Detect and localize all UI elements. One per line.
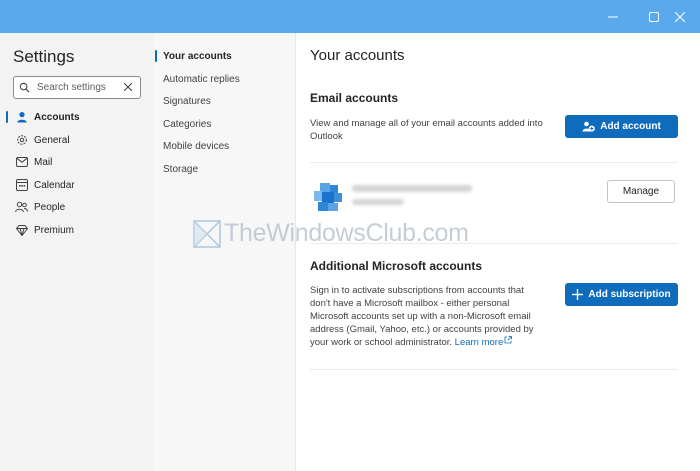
learn-more-link[interactable]: Learn more <box>454 336 513 348</box>
main-content: Your accounts Email accounts View and ma… <box>296 33 700 471</box>
sidebar-item-general[interactable]: General <box>0 129 154 151</box>
minimize-button[interactable] <box>593 0 633 33</box>
additional-accounts-description: Sign in to activate subscriptions from a… <box>310 284 546 349</box>
learn-more-label: Learn more <box>454 337 504 348</box>
watermark-logo-icon <box>193 219 221 248</box>
sidebar-item-people[interactable]: People <box>0 196 154 218</box>
search-input[interactable]: Search settings <box>37 82 106 93</box>
account-name-blurred <box>352 199 404 205</box>
close-icon <box>675 11 685 22</box>
accounts-subnav: Your accounts Automatic replies Signatur… <box>154 33 296 471</box>
tab-storage[interactable]: Storage <box>154 159 295 179</box>
external-link-icon <box>504 336 513 344</box>
maximize-icon <box>649 11 659 22</box>
sidebar-item-mail[interactable]: Mail <box>0 151 154 173</box>
add-account-label: Add account <box>600 121 661 132</box>
sidebar-item-calendar[interactable]: Calendar <box>0 174 154 196</box>
add-subscription-button[interactable]: Add subscription <box>565 283 678 306</box>
sidebar-item-label: Mail <box>34 156 53 168</box>
add-subscription-label: Add subscription <box>588 289 671 300</box>
sidebar-item-premium[interactable]: Premium <box>0 219 154 241</box>
close-button[interactable] <box>660 0 700 33</box>
email-accounts-heading: Email accounts <box>310 91 399 105</box>
tab-categories[interactable]: Categories <box>154 114 295 134</box>
sidebar-item-accounts[interactable]: Accounts <box>0 106 154 128</box>
manage-button[interactable]: Manage <box>607 180 675 203</box>
tab-automatic-replies[interactable]: Automatic replies <box>154 69 295 89</box>
sidebar-item-label: People <box>34 201 66 213</box>
tab-mobile-devices[interactable]: Mobile devices <box>154 136 295 156</box>
settings-title: Settings <box>13 47 75 66</box>
watermark: TheWindowsClub.com <box>193 219 469 248</box>
search-settings-field[interactable]: Search settings <box>13 76 141 99</box>
settings-sidebar: Settings Search settings Accounts Genera… <box>0 33 154 471</box>
sidebar-item-label: Calendar <box>34 179 75 191</box>
search-icon <box>19 82 31 94</box>
add-person-icon <box>582 121 596 132</box>
calendar-icon <box>15 179 28 192</box>
divider <box>310 162 678 163</box>
clear-search-icon[interactable] <box>122 81 134 93</box>
account-avatar <box>314 183 342 211</box>
account-email-blurred <box>352 185 472 192</box>
add-account-button[interactable]: Add account <box>565 115 678 138</box>
divider <box>310 369 678 370</box>
mail-icon <box>15 156 28 169</box>
tab-your-accounts[interactable]: Your accounts <box>154 46 295 66</box>
title-bar <box>0 0 700 33</box>
person-icon <box>15 111 28 124</box>
sidebar-item-label: Accounts <box>34 111 80 123</box>
page-title: Your accounts <box>310 47 405 64</box>
minimize-icon <box>608 16 618 17</box>
sidebar-item-label: Premium <box>34 224 75 236</box>
watermark-text: TheWindowsClub.com <box>224 219 469 247</box>
plus-icon <box>572 289 584 300</box>
sidebar-item-label: General <box>34 134 70 146</box>
tab-signatures[interactable]: Signatures <box>154 91 295 111</box>
diamond-icon <box>15 224 28 237</box>
gear-icon <box>15 134 28 147</box>
email-accounts-description: View and manage all of your email accoun… <box>310 118 543 142</box>
additional-accounts-heading: Additional Microsoft accounts <box>310 259 483 273</box>
people-icon <box>15 201 28 214</box>
